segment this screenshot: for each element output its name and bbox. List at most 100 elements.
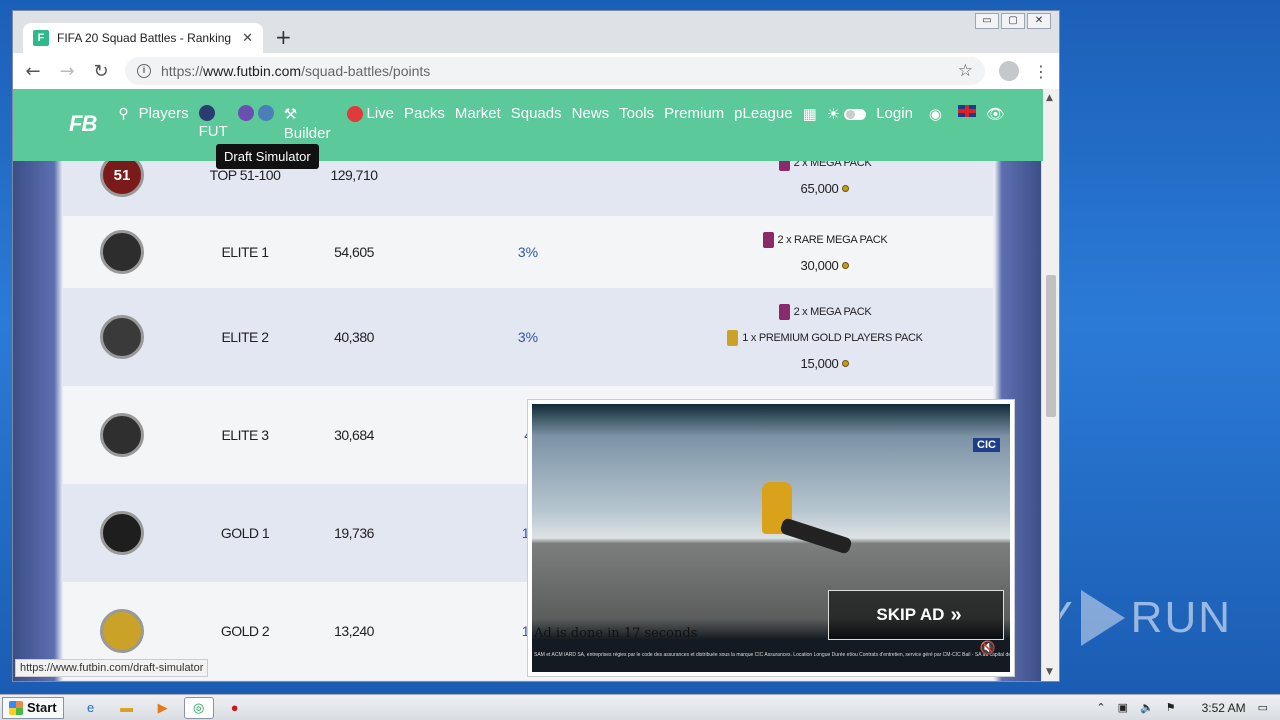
security-shield-icon[interactable]: ●	[220, 697, 250, 719]
nav-tools[interactable]: Tools	[619, 105, 654, 122]
maximize-button[interactable]: ▢	[1001, 13, 1025, 29]
status-bar-link: https://www.futbin.com/draft-simulator	[15, 659, 209, 677]
rank-badge-icon	[100, 609, 144, 653]
site-info-icon[interactable]: i	[137, 64, 151, 78]
scroll-down-arrow-icon[interactable]: ▼	[1046, 667, 1053, 677]
browser-menu-icon[interactable]: ⋮	[1033, 62, 1049, 81]
rank-pct: 3%	[517, 244, 539, 260]
nav-market[interactable]: Market	[455, 105, 501, 122]
uk-flag-icon[interactable]	[958, 105, 977, 117]
rank-points: 13,240	[334, 623, 374, 639]
futbin-logo[interactable]: FB	[69, 111, 97, 137]
back-arrow-icon[interactable]: ←	[23, 61, 43, 82]
windows-taskbar: Start e ▬ ▶ ◎ ● ⌃ ▣ 🔈 ⚑ 3:52 AM ▭	[0, 694, 1280, 720]
reload-icon[interactable]: ↻	[91, 61, 111, 82]
search-icon[interactable]: ⚲	[118, 105, 128, 122]
reward-coins-value: 30,000	[800, 257, 839, 273]
browser-toolbar: ← → ↻ i https://www.futbin.com/squad-bat…	[13, 53, 1059, 89]
browser-tab[interactable]: F FIFA 20 Squad Battles - Ranking - M ✕	[23, 23, 263, 53]
rank-points: 30,684	[334, 427, 374, 443]
scrollbar-thumb[interactable]	[1046, 275, 1056, 417]
close-window-button[interactable]: ✕	[1027, 13, 1051, 29]
page-viewport: FB ⚲ Players FUT ⚒ Builder Live Packs Ma…	[13, 89, 1043, 681]
reward-pack: 2 x RARE MEGA PACK	[762, 231, 888, 248]
rank-name: TOP 51-100	[209, 167, 281, 183]
show-desktop-icon[interactable]: ▭	[1258, 701, 1268, 714]
rank-name: ELITE 1	[221, 244, 269, 260]
windows-logo-icon	[9, 700, 23, 715]
theme-toggle[interactable]: ☀	[826, 105, 867, 123]
reward-pack-label: 2 x MEGA PACK	[793, 305, 872, 318]
nav-pleague[interactable]: pLeague	[734, 105, 792, 122]
url-domain: www.futbin.com	[203, 63, 302, 79]
nav-live[interactable]: Live	[346, 105, 395, 122]
draft-badge-icon	[257, 105, 274, 121]
theme-toggle-switch[interactable]	[844, 108, 867, 120]
scroll-up-arrow-icon[interactable]: ▲	[1046, 93, 1053, 103]
folder-icon[interactable]: ▬	[112, 697, 142, 719]
start-button[interactable]: Start	[2, 696, 64, 719]
nav-draft-sim[interactable]	[237, 105, 274, 121]
nav-live-label: Live	[366, 105, 395, 122]
watermark-right-text: RUN	[1130, 593, 1232, 642]
live-badge-icon	[346, 105, 363, 122]
nav-builder[interactable]: ⚒ Builder	[284, 105, 331, 142]
chrome-icon[interactable]: ◎	[183, 696, 214, 719]
flag-icon[interactable]: ⚑	[1166, 701, 1176, 714]
badge-cell	[63, 413, 181, 457]
nav-fut[interactable]: FUT	[198, 105, 228, 140]
rank-name: ELITE 2	[221, 329, 269, 345]
rank-points: 54,605	[334, 244, 374, 260]
nav-players[interactable]: Players	[139, 105, 189, 122]
reward-coins: 30,000	[801, 258, 850, 273]
media-player-icon[interactable]: ▶	[148, 697, 178, 719]
tab-close-icon[interactable]: ✕	[242, 31, 253, 46]
skip-ad-button[interactable]: SKIP AD »	[828, 590, 1004, 640]
coin-icon	[842, 261, 850, 269]
nav-squads[interactable]: Squads	[511, 105, 562, 122]
eye-icon[interactable]: 👁	[986, 105, 1005, 123]
badge-cell	[63, 315, 181, 359]
rank-badge-icon	[100, 413, 144, 457]
url-path: /squad-battles/points	[301, 63, 431, 79]
platform-selector-icon[interactable]: ◉	[929, 105, 942, 123]
network-icon[interactable]: ▣	[1118, 701, 1128, 714]
tray-expand-icon[interactable]: ⌃	[1096, 701, 1105, 714]
start-label: Start	[27, 700, 57, 715]
rank-points: 129,710	[330, 167, 378, 183]
internet-explorer-icon[interactable]: e	[76, 697, 106, 719]
coin-icon	[842, 184, 850, 192]
nav-fut-label: FUT	[198, 123, 228, 140]
forward-arrow-icon[interactable]: →	[57, 61, 77, 82]
page-scrollbar[interactable]: ▲ ▼	[1041, 89, 1059, 681]
taskbar-pinned-apps: e ▬ ▶ ◎ ●	[76, 696, 250, 719]
rank-points: 40,380	[334, 329, 374, 345]
minimize-button[interactable]: ▭	[975, 13, 999, 29]
video-ad-overlay: CIC SKIP AD » Ad is done in 17 seconds S…	[527, 399, 1015, 677]
sun-icon: ☀	[826, 106, 841, 123]
nav-builder-label: Builder	[283, 125, 331, 142]
nav-news[interactable]: News	[572, 105, 610, 122]
badge-cell	[63, 230, 181, 274]
ad-legal-text: SAM et ACM IARD SA, entreprises régies p…	[534, 652, 1010, 658]
uk-flag	[958, 105, 977, 117]
badge-cell	[63, 511, 181, 555]
rank-rewards: 2 x MEGA PACK 1 x PREMIUM GOLD PLAYERS PA…	[657, 303, 993, 371]
clock[interactable]: 3:52 AM	[1202, 701, 1246, 715]
address-bar[interactable]: i https://www.futbin.com/squad-battles/p…	[125, 57, 985, 85]
ad-video[interactable]: CIC SKIP AD » Ad is done in 17 seconds S…	[532, 404, 1010, 672]
double-chevron-right-icon: »	[950, 603, 961, 626]
new-tab-button[interactable]: +	[275, 25, 292, 49]
bookmark-star-icon[interactable]: ☆	[958, 61, 973, 81]
nav-premium[interactable]: Premium	[664, 105, 724, 122]
calculator-icon[interactable]: ▦	[803, 105, 817, 123]
volume-icon[interactable]: 🔈	[1140, 701, 1154, 714]
nav-packs[interactable]: Packs	[404, 105, 445, 122]
nav-login[interactable]: Login	[876, 105, 913, 122]
rank-name: GOLD 1	[220, 525, 270, 541]
profile-avatar-icon[interactable]	[999, 61, 1019, 81]
futbin-navbar: FB ⚲ Players FUT ⚒ Builder Live Packs Ma…	[13, 89, 1043, 161]
rank-badge-icon	[100, 511, 144, 555]
window-controls: ▭ ▢ ✕	[975, 13, 1051, 29]
mute-icon[interactable]: 🔇	[980, 641, 996, 656]
